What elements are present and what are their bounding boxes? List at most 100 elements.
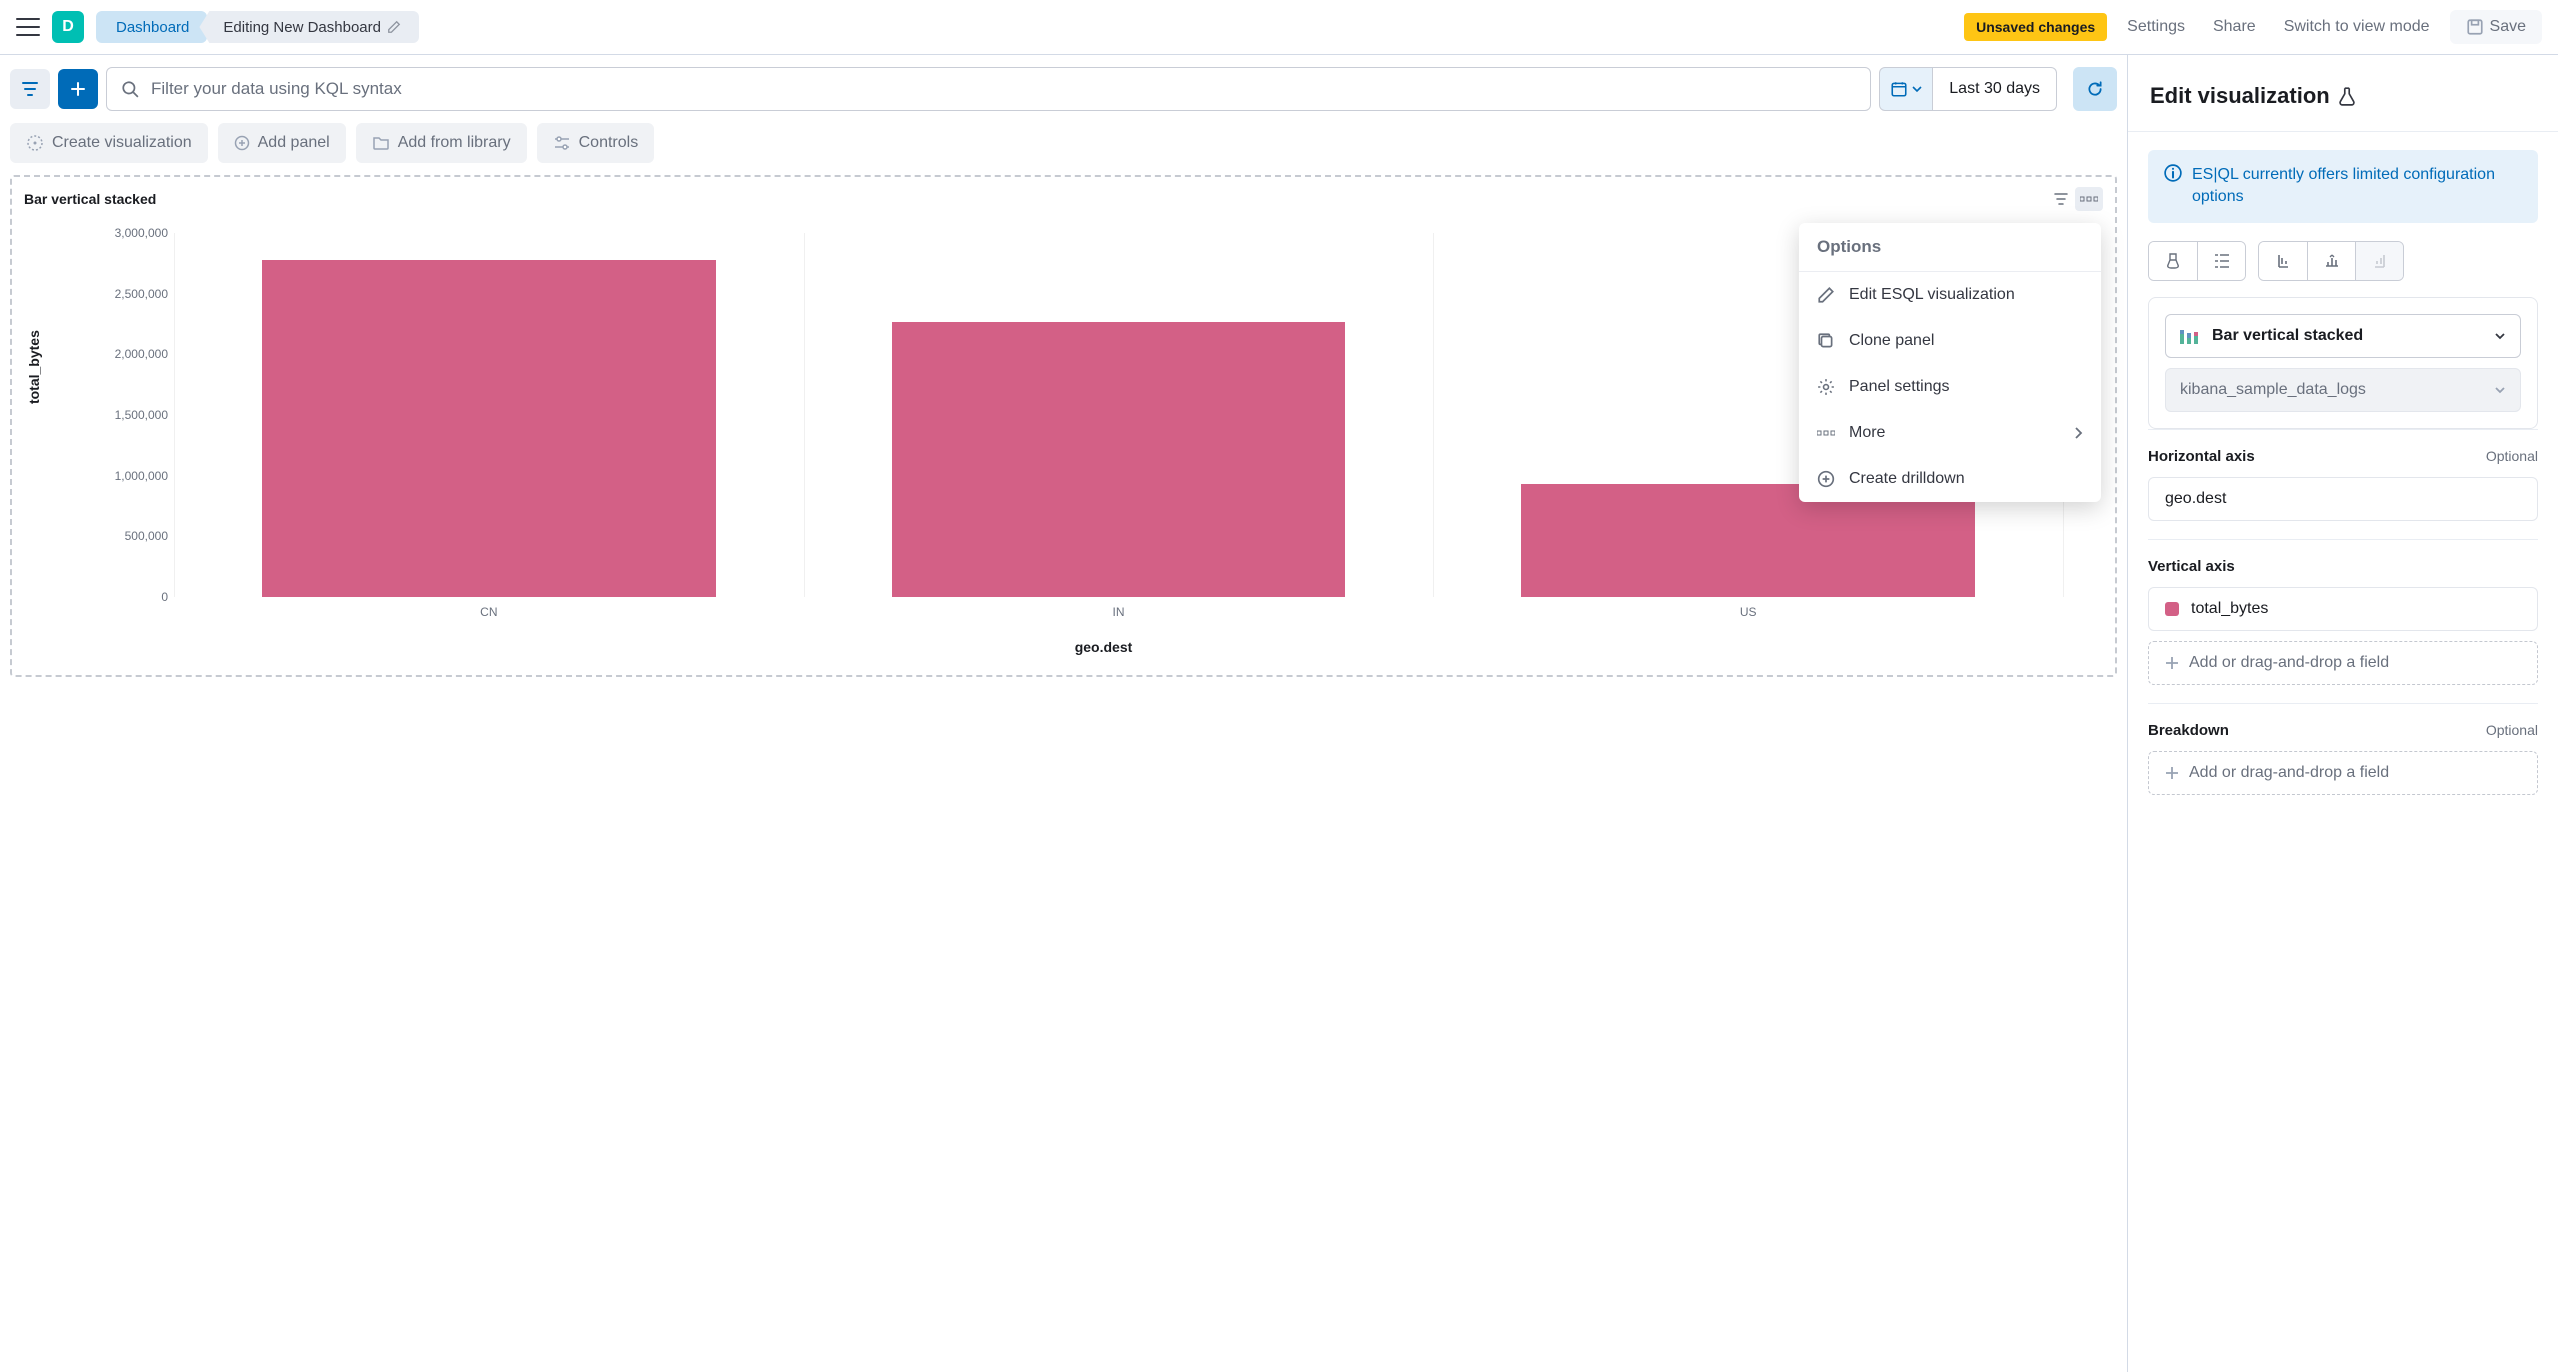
- add-breakdown-field[interactable]: Add or drag-and-drop a field: [2148, 751, 2538, 795]
- app-header: D Dashboard Editing New Dashboard Unsave…: [0, 0, 2558, 55]
- switch-view-link[interactable]: Switch to view mode: [2276, 14, 2438, 40]
- add-panel-label: Add panel: [258, 134, 330, 152]
- chevron-down-icon: [2494, 385, 2506, 395]
- y-tick: 0: [78, 590, 168, 604]
- add-from-library-label: Add from library: [398, 134, 511, 152]
- bar[interactable]: [892, 322, 1345, 597]
- vertical-axis-section: Vertical axis total_bytes Add or drag-an…: [2148, 539, 2538, 703]
- canvas-column: Last 30 days Create visualization Add pa…: [0, 55, 2128, 1372]
- date-quick-button[interactable]: [1879, 67, 1933, 111]
- add-from-library-button[interactable]: Add from library: [356, 123, 527, 163]
- sliders-icon: [553, 135, 571, 151]
- refresh-button[interactable]: [2073, 67, 2117, 111]
- breadcrumb-editing[interactable]: Editing New Dashboard: [199, 11, 419, 43]
- horizontal-axis-section: Horizontal axis Optional geo.dest: [2148, 429, 2538, 539]
- y-tick: 1,500,000: [78, 408, 168, 422]
- query-input-wrap[interactable]: [106, 67, 1871, 111]
- axis-right-button: [2355, 242, 2403, 280]
- right-panel-title: Edit visualization: [2128, 55, 2558, 132]
- date-range-label[interactable]: Last 30 days: [1933, 67, 2057, 111]
- share-link[interactable]: Share: [2205, 14, 2264, 40]
- search-icon: [121, 80, 139, 98]
- vertical-axis-label: Vertical axis: [2148, 558, 2235, 575]
- vertical-axis-field-label: total_bytes: [2191, 600, 2268, 618]
- breadcrumb-dashboard[interactable]: Dashboard: [96, 11, 207, 43]
- filter-toggle-button[interactable]: [10, 69, 50, 109]
- popover-title: Options: [1799, 223, 2101, 272]
- series-color-swatch: [2165, 602, 2179, 616]
- query-toolbar: Last 30 days: [0, 55, 2127, 123]
- option-clone-panel[interactable]: Clone panel: [1799, 318, 2101, 364]
- y-tick: 500,000: [78, 529, 168, 543]
- appearance-list-button[interactable]: [2197, 242, 2245, 280]
- chevron-down-icon: [2494, 331, 2506, 341]
- panel-filter-icon[interactable]: [2047, 187, 2075, 211]
- create-visualization-button[interactable]: Create visualization: [10, 123, 208, 163]
- copy-icon: [1817, 332, 1835, 350]
- boxes-icon: [2080, 196, 2098, 202]
- edit-visualization-panel: Edit visualization ES|QL currently offer…: [2128, 55, 2558, 1372]
- bar[interactable]: [262, 260, 715, 597]
- axis-left-button[interactable]: [2259, 242, 2307, 280]
- horizontal-axis-field[interactable]: geo.dest: [2148, 477, 2538, 521]
- plus-circle-icon: [1817, 470, 1835, 488]
- beaker-icon: [2338, 86, 2356, 106]
- panel-options-popover: Options Edit ESQL visualization Clone pa…: [1799, 223, 2101, 502]
- option-more-label: More: [1849, 424, 1885, 442]
- unsaved-changes-badge: Unsaved changes: [1964, 13, 2107, 41]
- save-icon: [2466, 18, 2484, 36]
- index-pattern-select[interactable]: kibana_sample_data_logs: [2165, 368, 2521, 412]
- esql-info-link[interactable]: ES|QL currently offers limited configura…: [2192, 164, 2522, 209]
- appearance-brush-button[interactable]: [2149, 242, 2197, 280]
- panel-options-button[interactable]: Options Edit ESQL visualization Clone pa…: [2075, 187, 2103, 211]
- index-pattern-label: kibana_sample_data_logs: [2180, 381, 2366, 399]
- y-tick: 2,500,000: [78, 287, 168, 301]
- axis-bottom-button[interactable]: [2307, 242, 2355, 280]
- esql-info-callout: ES|QL currently offers limited configura…: [2148, 150, 2538, 223]
- breadcrumb: Dashboard Editing New Dashboard: [96, 11, 419, 43]
- visualization-panel: Bar vertical stacked Options Edit ESQL v…: [10, 175, 2117, 677]
- vis-type-label: Bar vertical stacked: [2212, 327, 2363, 345]
- optional-badge: Optional: [2486, 722, 2538, 738]
- breakdown-section: Breakdown Optional Add or drag-and-drop …: [2148, 703, 2538, 813]
- y-tick: 1,000,000: [78, 469, 168, 483]
- option-create-drilldown[interactable]: Create drilldown: [1799, 456, 2101, 502]
- add-vertical-field[interactable]: Add or drag-and-drop a field: [2148, 641, 2538, 685]
- save-button[interactable]: Save: [2450, 10, 2542, 44]
- controls-button[interactable]: Controls: [537, 123, 655, 163]
- create-visualization-label: Create visualization: [52, 134, 192, 152]
- option-edit-esql[interactable]: Edit ESQL visualization: [1799, 272, 2101, 318]
- vertical-axis-field[interactable]: total_bytes: [2148, 587, 2538, 631]
- option-panel-settings[interactable]: Panel settings: [1799, 364, 2101, 410]
- plot-area: CNINUS: [174, 233, 2063, 597]
- x-tick: US: [1740, 605, 1757, 619]
- x-tick: IN: [1113, 605, 1125, 619]
- vis-type-select[interactable]: Bar vertical stacked: [2165, 314, 2521, 358]
- pencil-icon: [387, 20, 401, 34]
- folder-icon: [372, 135, 390, 151]
- space-avatar[interactable]: D: [52, 11, 84, 43]
- panel-header: Bar vertical stacked Options Edit ESQL v…: [12, 177, 2115, 221]
- option-clone-label: Clone panel: [1849, 332, 1934, 350]
- save-button-label: Save: [2490, 18, 2526, 36]
- plus-icon: [2165, 656, 2179, 670]
- add-filter-button[interactable]: [58, 69, 98, 109]
- settings-link[interactable]: Settings: [2119, 14, 2193, 40]
- bar-stacked-icon: [2180, 328, 2200, 344]
- plus-icon: [2165, 766, 2179, 780]
- query-input[interactable]: [151, 79, 1856, 99]
- plus-circle-icon: [234, 135, 250, 151]
- menu-toggle[interactable]: [16, 18, 40, 36]
- option-more[interactable]: More: [1799, 410, 2101, 456]
- gear-icon: [1817, 378, 1835, 396]
- date-picker[interactable]: Last 30 days: [1879, 67, 2057, 111]
- add-panel-button[interactable]: Add panel: [218, 123, 346, 163]
- y-tick: 2,000,000: [78, 347, 168, 361]
- breadcrumb-editing-label: Editing New Dashboard: [223, 19, 381, 36]
- panel-title: Bar vertical stacked: [24, 191, 2047, 207]
- breakdown-label: Breakdown: [2148, 722, 2229, 739]
- pencil-icon: [1817, 286, 1835, 304]
- chevron-down-icon: [1912, 84, 1922, 94]
- add-field-label: Add or drag-and-drop a field: [2189, 764, 2389, 782]
- info-icon: [2164, 164, 2182, 209]
